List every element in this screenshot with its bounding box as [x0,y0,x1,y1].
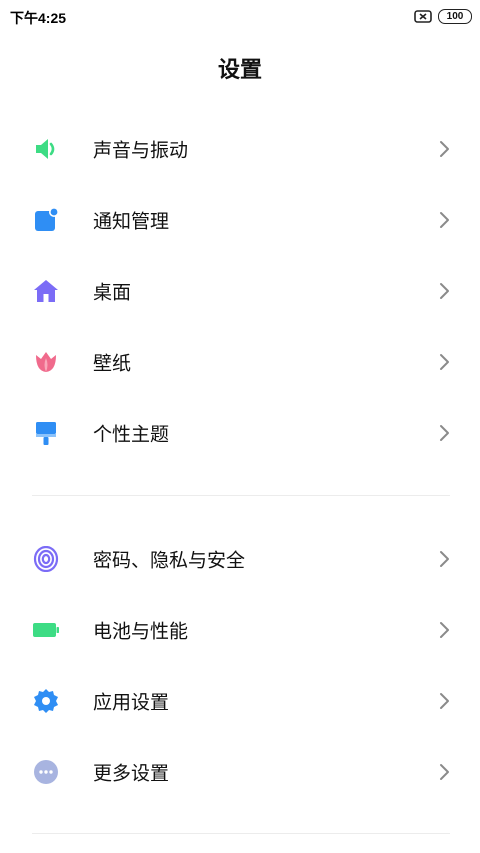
chevron-right-icon [438,550,450,568]
chevron-right-icon [438,763,450,781]
page-title: 设置 [217,58,262,83]
notification-icon [33,206,59,233]
settings-item-notifications[interactable]: 通知管理 [0,184,480,255]
settings-item-sound[interactable]: 声音与振动 [0,113,480,184]
more-dots-icon [33,759,59,785]
settings-item-label: 声音与振动 [93,139,189,161]
battery-icon [33,617,59,643]
chevron-right-icon [438,211,450,229]
settings-item-label: 更多设置 [93,762,170,784]
tulip-icon [33,349,59,375]
settings-item-label: 壁纸 [93,352,132,374]
paint-brush-icon [33,420,59,446]
chevron-right-icon [438,692,450,710]
settings-item-app-settings[interactable]: 应用设置 [0,665,480,736]
section-divider [32,833,450,834]
status-icons: 100 [414,9,472,24]
chevron-right-icon [438,424,450,442]
settings-item-wallpaper[interactable]: 壁纸 [0,326,480,397]
battery-indicator: 100 [438,9,472,24]
chevron-right-icon [438,282,450,300]
settings-item-label: 通知管理 [93,210,170,232]
settings-item-themes[interactable]: 个性主题 [0,397,480,468]
settings-item-more-settings[interactable]: 更多设置 [0,736,480,807]
home-icon [33,278,59,304]
settings-item-battery[interactable]: 电池与性能 [0,594,480,665]
settings-item-desktop[interactable]: 桌面 [0,255,480,326]
settings-item-label: 桌面 [93,281,132,303]
chevron-right-icon [438,621,450,639]
status-bar: 下午4:25 100 [0,0,480,34]
fingerprint-icon [33,545,59,572]
status-time: 下午4:25 [10,10,67,26]
settings-item-label: 应用设置 [93,691,170,713]
settings-item-label: 密码、隐私与安全 [93,549,246,571]
speaker-icon [33,136,59,162]
chevron-right-icon [438,140,450,158]
chevron-right-icon [438,353,450,371]
settings-item-label: 电池与性能 [93,620,189,642]
section-divider [32,495,450,496]
no-sim-icon [414,10,432,23]
settings-item-security[interactable]: 密码、隐私与安全 [0,523,480,594]
gear-icon [33,688,59,714]
settings-item-label: 个性主题 [93,423,170,445]
settings-screen: 下午4:25 100 设置 声音与振动 通知管理 桌面 壁纸 个性主题 密码、隐… [0,0,480,853]
